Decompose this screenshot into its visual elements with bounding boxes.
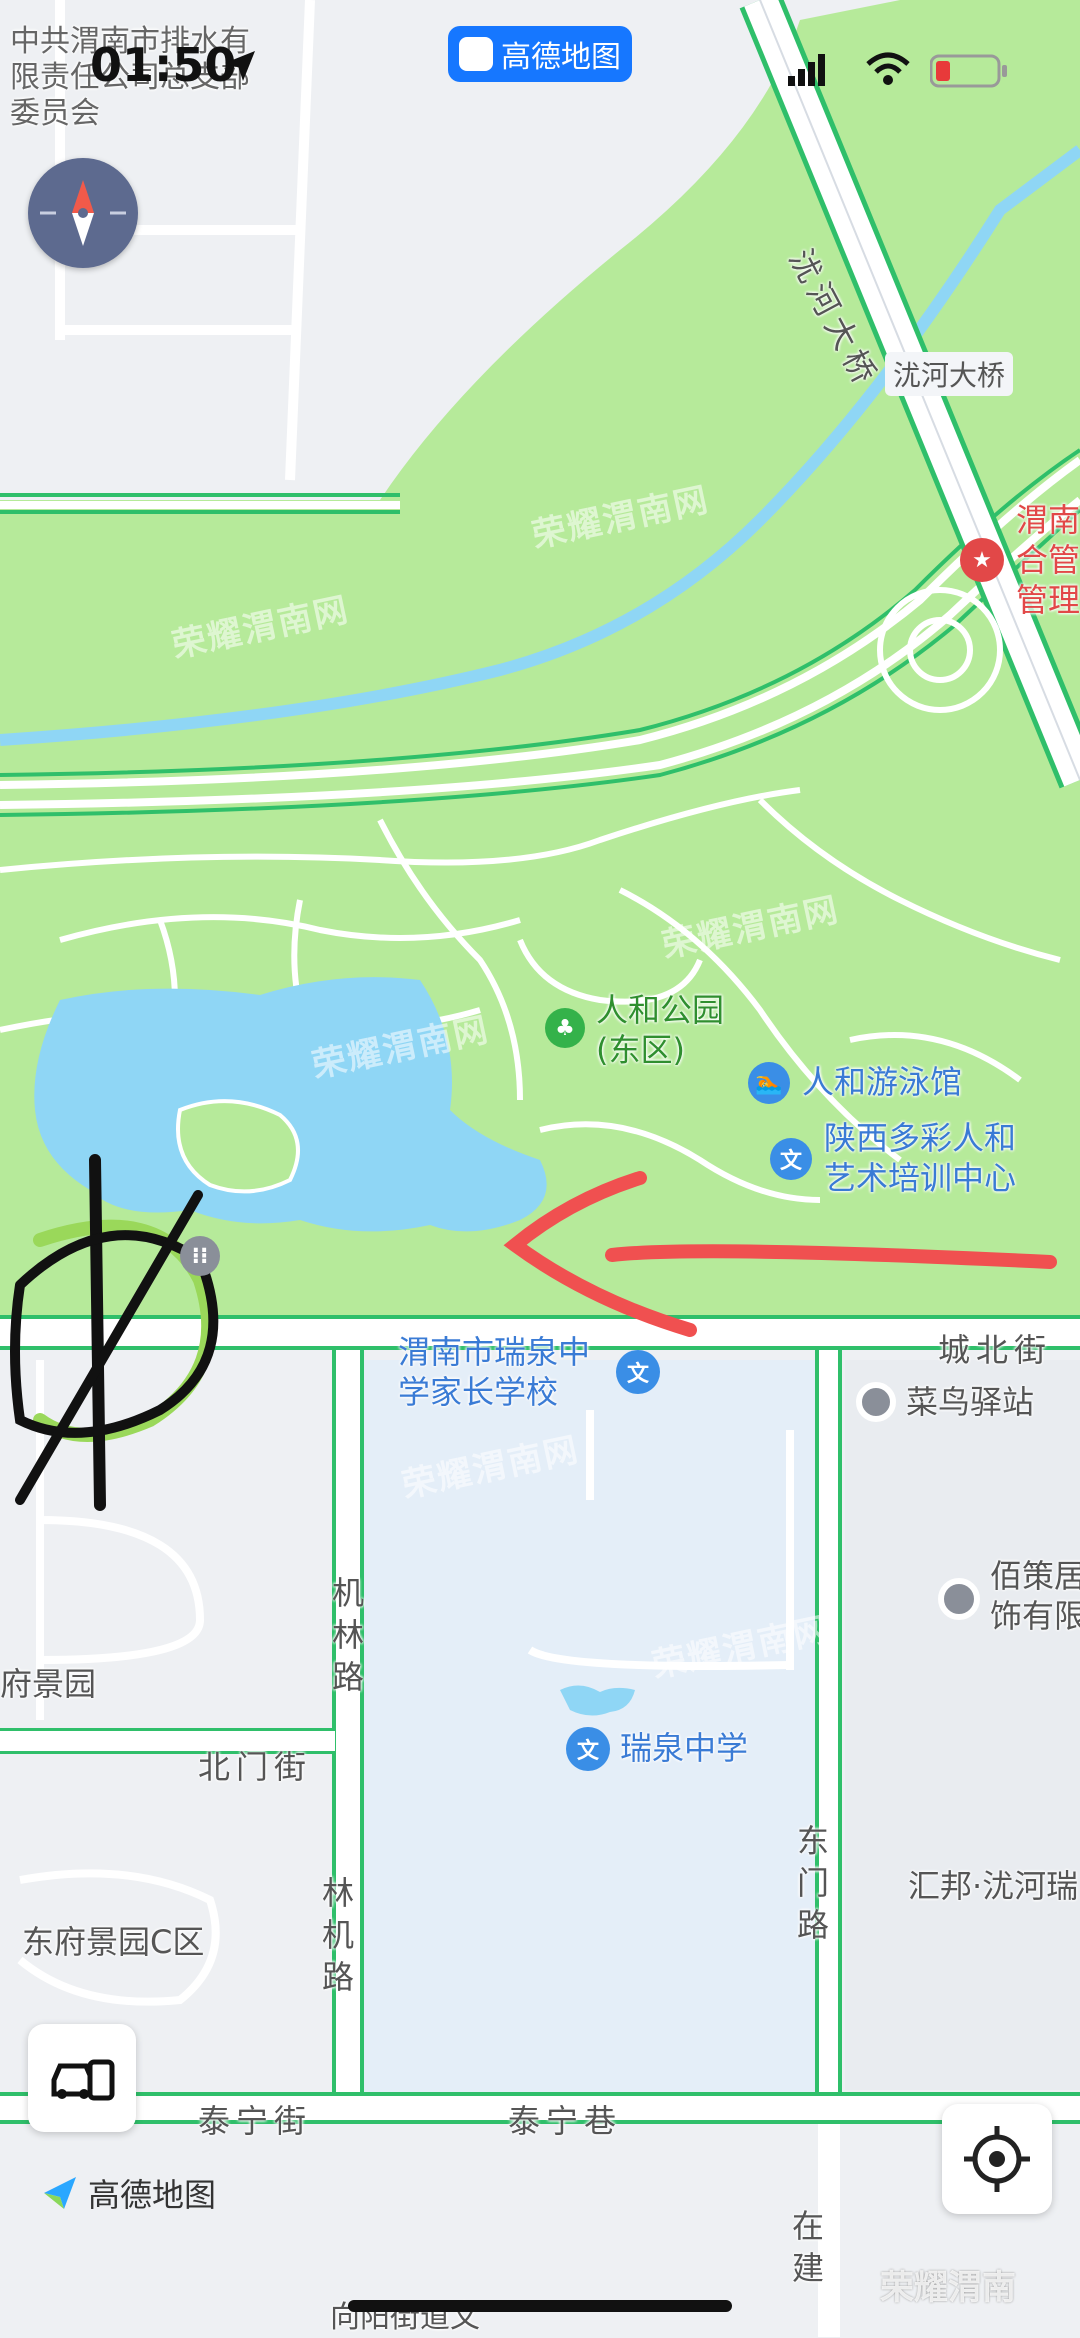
battery-icon [930, 54, 1007, 88]
road-label-taining-jie: 泰宁街 [198, 2102, 313, 2140]
location-arrow-icon [225, 51, 255, 81]
footer-watermark: 荣耀渭南 [880, 2268, 1016, 2308]
amap-logo-icon [44, 2177, 76, 2209]
park-pin-icon[interactable]: ♣ [545, 1008, 585, 1048]
poi-fujingyuan-label[interactable]: 府景园 [0, 1664, 96, 1704]
amap-logo: 高德地图 [40, 2170, 216, 2216]
compass-needle-icon [40, 180, 126, 246]
road-label-taining-xiang: 泰宁巷 [508, 2102, 623, 2140]
poi-art-center-label[interactable]: 陕西多彩人和艺术培训中心 [824, 1118, 1044, 1198]
toilet-pin-icon[interactable]: ⁝⁝ [180, 1236, 220, 1276]
bridge-label-box: 沋河大桥 [885, 352, 1014, 396]
wifi-icon [866, 52, 910, 85]
poi-ruiquan-school-label[interactable]: 瑞泉中学 [620, 1728, 748, 1768]
star-pin-icon[interactable]: ★ [960, 538, 1004, 582]
right-lower-block [845, 1360, 1080, 2090]
poi-cainiao-label[interactable]: 菜鸟驿站 [906, 1382, 1034, 1422]
poi-dongfu-c-label[interactable]: 东府景园C区 [22, 1922, 204, 1962]
status-bar: 中共渭南市排水有限责任公司总支部委员会 01:50 高德地图 [0, 0, 1080, 131]
home-indicator[interactable] [348, 2300, 732, 2312]
road-label-jilin: 机林路 [331, 1574, 364, 1696]
amap-logo-icon [459, 37, 493, 71]
poi-pool-label[interactable]: 人和游泳馆 [802, 1062, 962, 1102]
poi-baice-label[interactable]: 佰策居饰有限 [990, 1556, 1080, 1636]
poi-parents-school-label[interactable]: 渭南市瑞泉中学家长学校 [398, 1332, 612, 1412]
app-badge-label: 高德地图 [501, 40, 621, 75]
road-label-dongmen: 东门路 [796, 1822, 829, 1944]
app-badge[interactable]: 高德地图 [448, 26, 632, 82]
education-pin-icon[interactable]: 文 [616, 1350, 660, 1394]
car-phone-icon [51, 2059, 115, 2101]
education-pin-icon[interactable]: 文 [566, 1727, 610, 1771]
locate-button[interactable] [942, 2104, 1052, 2214]
education-pin-icon[interactable]: 文 [770, 1138, 812, 1180]
status-time: 01:50 [90, 38, 237, 92]
car-mode-button[interactable] [28, 2024, 136, 2132]
road-label-linji: 林机路 [321, 1874, 354, 1996]
poi-huibang-label[interactable]: 汇邦·沋河瑞 [908, 1866, 1078, 1906]
locate-icon [964, 2126, 1030, 2192]
poi-park-label[interactable]: 人和公园(东区) [596, 990, 766, 1070]
cainiao-pin-icon[interactable] [856, 1382, 896, 1422]
road-label-zaijian: 在建 [791, 2207, 824, 2287]
logo-text: 高德地图 [88, 2176, 217, 2214]
road-label-beimen: 北门街 [198, 1748, 313, 1786]
pool-pin-icon[interactable]: 🏊 [748, 1062, 790, 1104]
poi-weinan-right-label[interactable]: 渭南合管管理 [1016, 500, 1080, 620]
road-label-chengbei: 城北街 [938, 1331, 1053, 1369]
company-pin-icon[interactable] [938, 1578, 980, 1620]
signal-icon [788, 54, 825, 86]
compass-icon[interactable] [28, 158, 138, 268]
